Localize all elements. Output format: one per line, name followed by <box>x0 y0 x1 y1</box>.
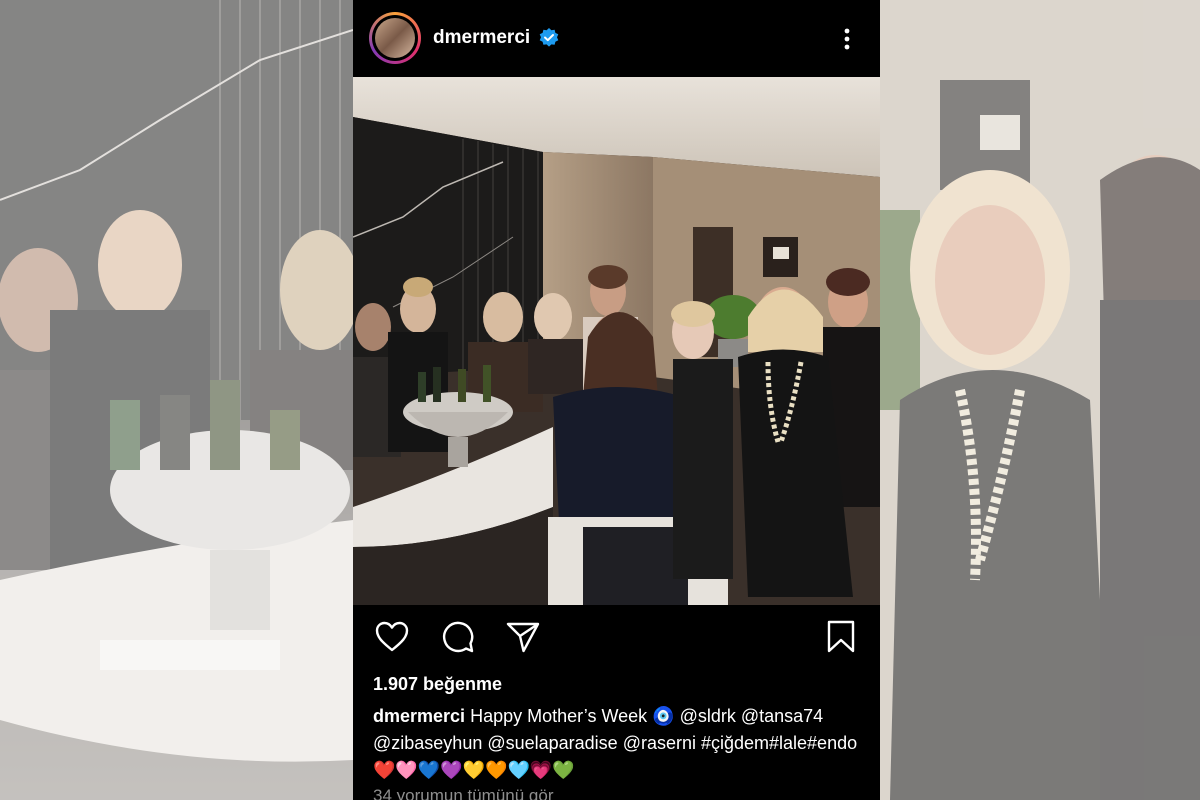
instagram-post: dmermerci 1.907 beğenme dmermerci Happy … <box>353 0 880 800</box>
more-vertical-icon[interactable] <box>837 24 857 54</box>
post-actions-bar <box>353 605 880 665</box>
post-photo-scene <box>353 77 880 605</box>
paper-plane-icon[interactable] <box>505 619 541 655</box>
view-all-comments-link[interactable]: 34 yorumun tümünü gör <box>373 786 554 800</box>
post-photo[interactable] <box>353 77 880 605</box>
right-background-image <box>880 0 1200 800</box>
comment-icon[interactable] <box>440 619 476 655</box>
left-background-image <box>0 0 353 800</box>
verified-badge-icon <box>539 28 559 47</box>
likes-count[interactable]: 1.907 beğenme <box>373 674 502 695</box>
heart-icon[interactable] <box>374 619 410 655</box>
avatar-ring-gap <box>372 15 418 61</box>
bookmark-icon[interactable] <box>823 619 859 655</box>
post-caption: dmermerci Happy Mother’s Week 🧿 @sldrk @… <box>373 703 868 784</box>
profile-avatar[interactable] <box>369 12 421 64</box>
post-header: dmermerci <box>353 0 880 77</box>
caption-username[interactable]: dmermerci <box>373 706 465 726</box>
avatar-image <box>375 18 415 58</box>
post-username[interactable]: dmermerci <box>433 27 530 49</box>
